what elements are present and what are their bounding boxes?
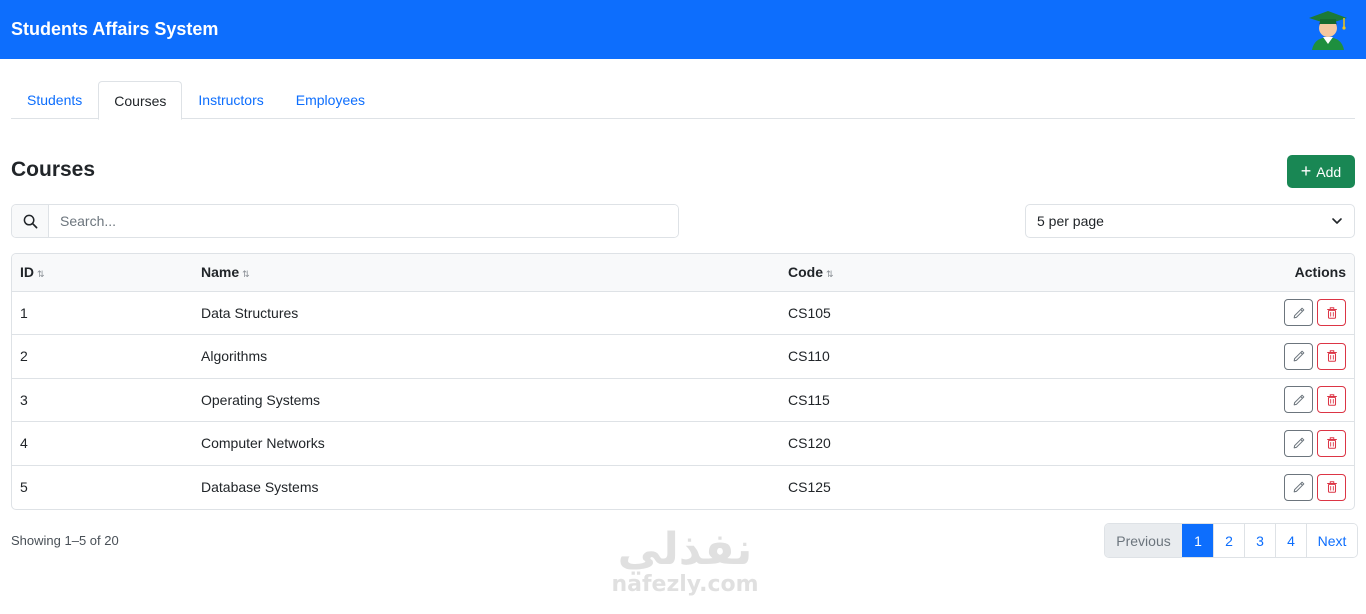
search-icon [12, 205, 49, 237]
page-4-button[interactable]: 4 [1275, 524, 1306, 557]
delete-button[interactable] [1317, 473, 1346, 501]
courses-table: ID ⇅ Name ⇅ Code ⇅ Actions 1 Data Structure… [11, 253, 1355, 510]
delete-button[interactable] [1317, 429, 1346, 457]
per-page-select[interactable]: 5 per page [1025, 204, 1355, 238]
search-bar [11, 204, 679, 238]
trash-icon [1326, 307, 1337, 319]
top-navbar: Students Affairs System [0, 0, 1366, 59]
cell-code: CS120 [788, 435, 831, 452]
cell-name: Computer Networks [201, 435, 325, 452]
trash-icon [1326, 394, 1337, 406]
page-1-button[interactable]: 1 [1182, 524, 1213, 557]
cell-actions [1026, 291, 1354, 335]
pagination: Previous 1 2 3 4 Next [1104, 523, 1358, 558]
column-header-id[interactable]: ID ⇅ [12, 254, 193, 291]
column-header-name[interactable]: Name ⇅ [193, 254, 780, 291]
add-course-button[interactable]: + Add [1287, 155, 1355, 188]
cell-actions [1026, 422, 1354, 466]
table-row: 5 Database Systems CS125 [12, 465, 1354, 509]
cell-id: 4 [20, 435, 28, 452]
cell-actions [1026, 335, 1354, 379]
sort-icon: ⇅ [37, 269, 45, 280]
page-3-button[interactable]: 3 [1244, 524, 1275, 557]
edit-button[interactable] [1284, 429, 1313, 457]
tab-courses[interactable]: Courses [98, 81, 183, 120]
cell-name: Data Structures [201, 304, 299, 321]
next-page-button[interactable]: Next [1306, 524, 1357, 557]
page-2-button[interactable]: 2 [1213, 524, 1244, 557]
sort-icon: ⇅ [826, 269, 834, 280]
add-button-label: Add [1316, 163, 1342, 180]
watermark: نفذلي nafezly.com [600, 524, 770, 597]
tab-instructors[interactable]: Instructors [182, 81, 279, 119]
section-tabs: Students Courses Instructors Employees [11, 81, 1355, 120]
app-title: Students Affairs System [11, 19, 219, 39]
edit-button[interactable] [1284, 299, 1313, 327]
previous-page-button[interactable]: Previous [1105, 524, 1182, 557]
table-row: 2 Algorithms CS110 [12, 334, 1354, 379]
edit-button[interactable] [1284, 342, 1313, 370]
cell-name: Algorithms [201, 348, 268, 365]
trash-icon [1326, 437, 1337, 450]
trash-icon [1326, 350, 1337, 363]
trash-icon [1326, 481, 1337, 493]
pencil-icon [1293, 350, 1304, 362]
page-title: Courses [11, 158, 96, 181]
showing-count: Showing 1–5 of 20 [11, 533, 119, 548]
graduate-avatar-icon[interactable] [1306, 8, 1350, 52]
edit-button[interactable] [1284, 473, 1313, 501]
cell-id: 2 [20, 348, 28, 365]
cell-id: 5 [20, 479, 28, 495]
table-row: 4 Computer Networks CS120 [12, 421, 1354, 466]
pencil-icon [1293, 437, 1304, 449]
cell-code: CS125 [788, 479, 831, 495]
cell-code: CS110 [788, 348, 830, 365]
table-row: 1 Data Structures CS105 [12, 291, 1354, 335]
edit-button[interactable] [1284, 386, 1313, 414]
delete-button[interactable] [1317, 299, 1346, 327]
cell-code: CS105 [788, 304, 831, 321]
cell-id: 3 [20, 391, 28, 408]
sort-icon: ⇅ [242, 269, 250, 280]
cell-actions [1026, 465, 1354, 509]
cell-name: Database Systems [201, 479, 319, 495]
watermark-arabic: نفذلي [617, 524, 753, 575]
column-header-actions: Actions [1294, 264, 1346, 281]
pencil-icon [1293, 307, 1304, 319]
pencil-icon [1293, 481, 1304, 493]
pencil-icon [1293, 394, 1304, 406]
cell-code: CS115 [788, 391, 830, 408]
cell-actions [1026, 378, 1354, 422]
tab-employees[interactable]: Employees [280, 81, 381, 119]
tab-students[interactable]: Students [11, 81, 98, 119]
delete-button[interactable] [1317, 386, 1346, 414]
cell-id: 1 [20, 304, 28, 321]
cell-name: Operating Systems [201, 391, 321, 408]
chevron-down-icon [1332, 218, 1342, 224]
table-header-row: ID ⇅ Name ⇅ Code ⇅ Actions [12, 254, 1354, 291]
plus-icon: + [1300, 160, 1312, 181]
watermark-latin: nafezly.com [611, 572, 759, 597]
per-page-value: 5 per page [1037, 213, 1104, 229]
column-header-code[interactable]: Code ⇅ [780, 254, 1026, 291]
table-row: 3 Operating Systems CS115 [12, 378, 1354, 422]
search-input[interactable] [49, 205, 678, 237]
delete-button[interactable] [1317, 342, 1346, 370]
